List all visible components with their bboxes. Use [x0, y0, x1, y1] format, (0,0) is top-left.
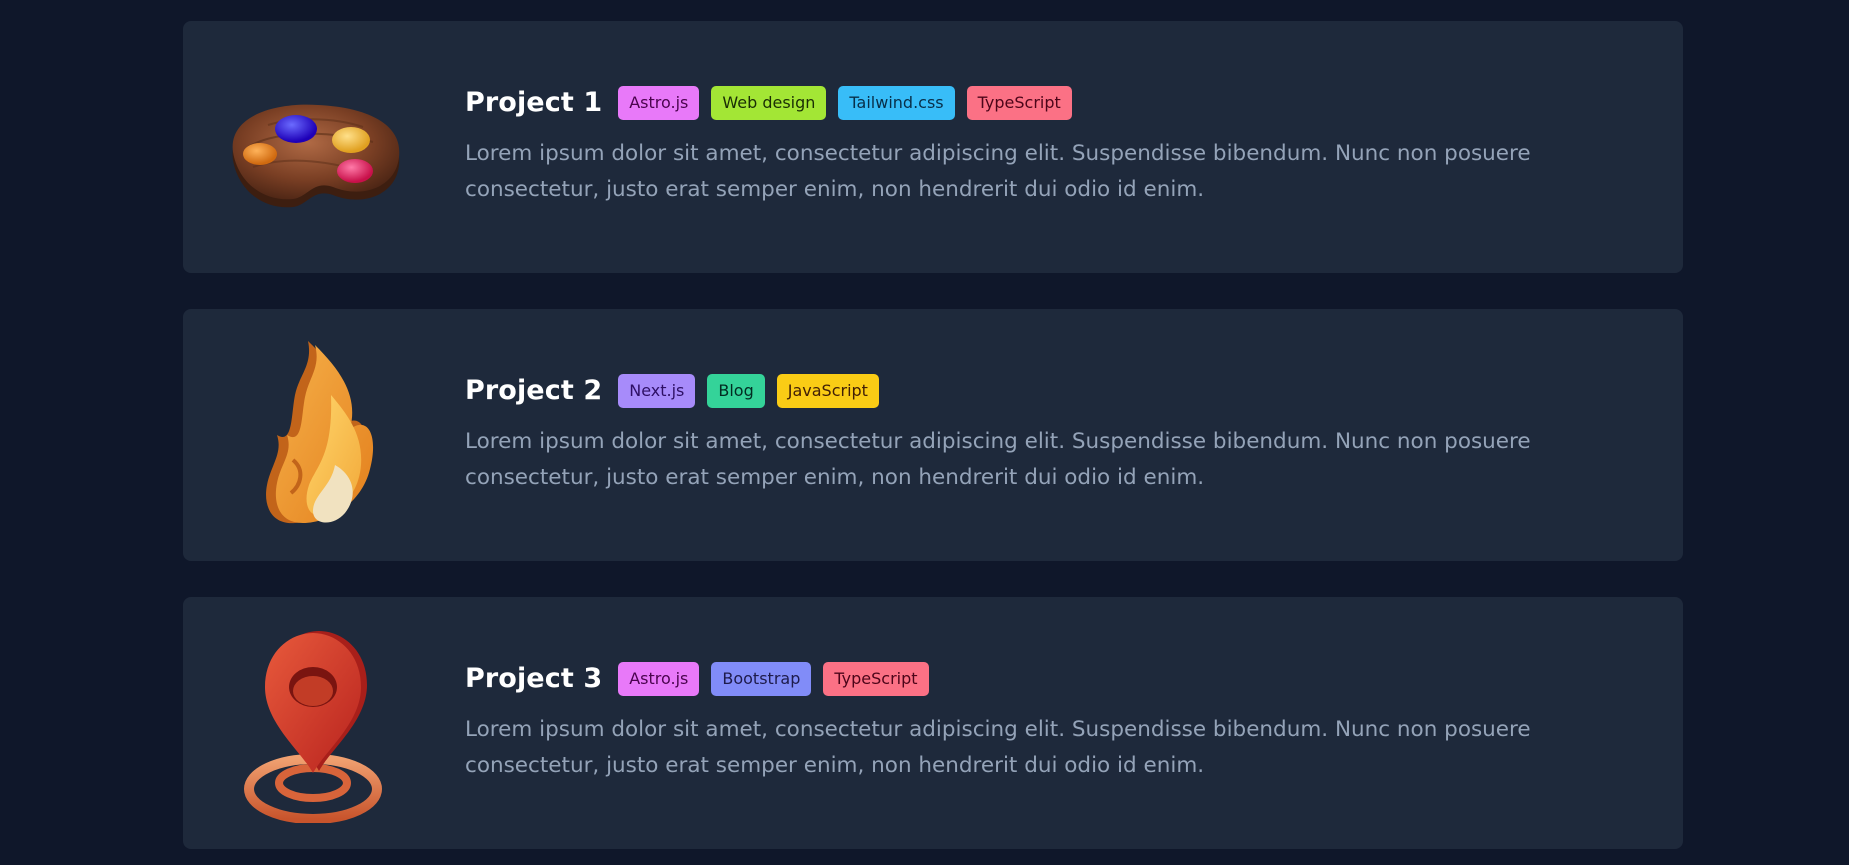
project-thumbnail	[213, 335, 413, 535]
tag-list: Astro.js Web design Tailwind.css TypeScr…	[618, 86, 1084, 120]
palette-icon	[232, 104, 400, 208]
project-card[interactable]: Project 1 Astro.js Web design Tailwind.c…	[183, 21, 1683, 273]
tag[interactable]: Tailwind.css	[838, 86, 955, 120]
tag-list: Next.js Blog JavaScript	[618, 374, 891, 408]
project-title: Project 2	[465, 375, 603, 406]
tag[interactable]: Astro.js	[618, 86, 700, 120]
project-title: Project 1	[465, 87, 603, 118]
tag[interactable]: Next.js	[618, 374, 696, 408]
project-list: Project 1 Astro.js Web design Tailwind.c…	[183, 21, 1683, 849]
tag[interactable]: Web design	[711, 86, 827, 120]
tag[interactable]: TypeScript	[823, 662, 929, 696]
project-description: Lorem ipsum dolor sit amet, consectetur …	[465, 717, 1531, 778]
project-title: Project 3	[465, 663, 603, 694]
tag-list: Astro.js Bootstrap TypeScript	[618, 662, 940, 696]
project-description: Lorem ipsum dolor sit amet, consectetur …	[465, 429, 1531, 490]
project-card[interactable]: Project 3 Astro.js Bootstrap TypeScript …	[183, 597, 1683, 849]
tag[interactable]: Astro.js	[618, 662, 700, 696]
tag[interactable]: JavaScript	[776, 374, 879, 408]
tag[interactable]: Bootstrap	[711, 662, 812, 696]
location-pin-icon	[244, 631, 382, 823]
project-thumbnail	[213, 47, 413, 247]
project-thumbnail	[213, 623, 413, 823]
project-description: Lorem ipsum dolor sit amet, consectetur …	[465, 141, 1531, 202]
tag[interactable]: Blog	[707, 374, 765, 408]
tag[interactable]: TypeScript	[966, 86, 1072, 120]
project-card[interactable]: Project 2 Next.js Blog JavaScript Lorem …	[183, 309, 1683, 561]
fire-icon	[266, 341, 374, 524]
